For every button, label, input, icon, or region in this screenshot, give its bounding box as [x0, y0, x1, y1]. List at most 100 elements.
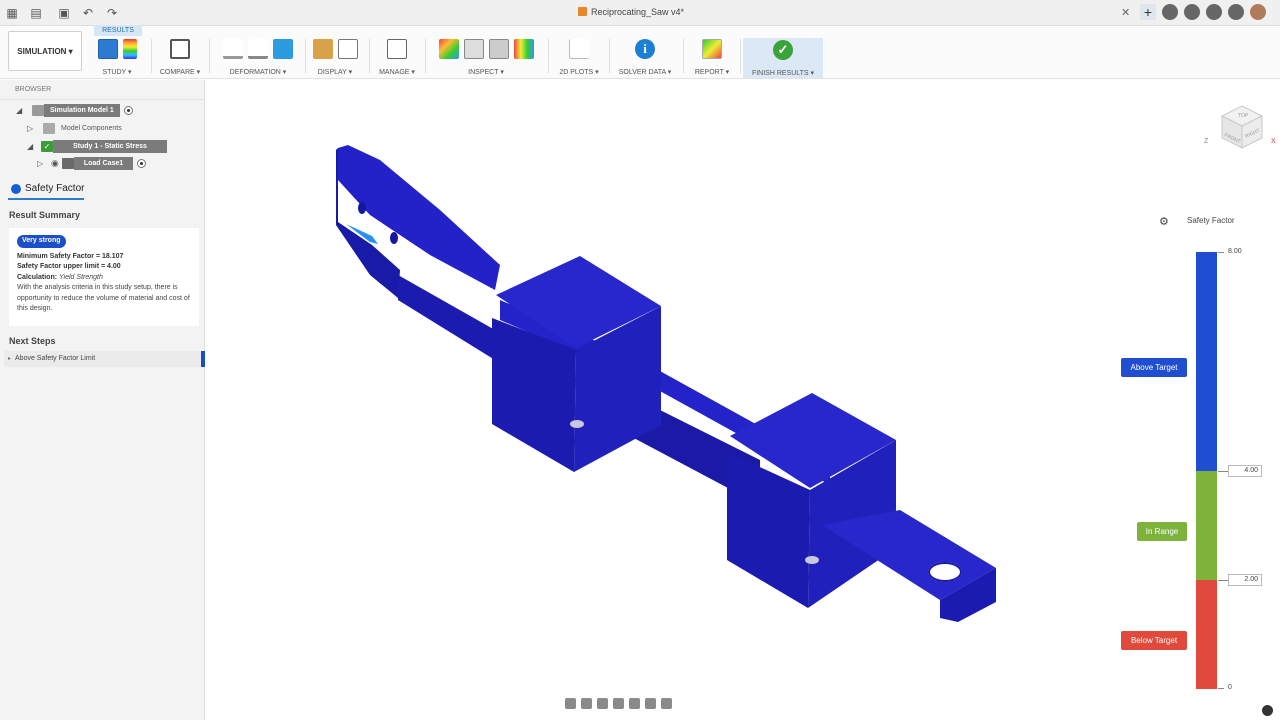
inspect-group[interactable]: INSPECT ▾ [428, 37, 544, 77]
zoom-window-icon[interactable] [629, 698, 640, 709]
workspace-switcher[interactable]: SIMULATION ▾ [8, 31, 82, 71]
safety-factor-limit: Safety Factor upper limit = 4.00 [17, 263, 121, 270]
deformation-group[interactable]: DEFORMATION ▾ [214, 37, 302, 77]
grid-settings-icon[interactable] [661, 698, 672, 709]
tree-item-model-components[interactable]: ▷ Model Components [27, 122, 128, 135]
result-type-header[interactable]: Safety Factor [0, 178, 205, 200]
model-render[interactable] [206, 80, 1280, 720]
gear-icon[interactable]: ⚙ [1159, 215, 1169, 228]
inspect-section-icon[interactable] [488, 39, 509, 59]
model-hole [390, 232, 398, 244]
apps-grid-icon[interactable]: ▦ [4, 5, 20, 21]
tree-label: Simulation Model 1 [44, 104, 120, 117]
finish-check-icon[interactable]: ✓ [773, 40, 793, 60]
manage-group[interactable]: MANAGE ▾ [373, 37, 421, 77]
help-icon[interactable] [1228, 4, 1244, 20]
deformation-label: DEFORMATION ▾ [229, 69, 287, 76]
manage-icon[interactable] [387, 39, 407, 59]
deformation-scale-icon[interactable] [248, 39, 268, 59]
study-group[interactable]: STUDY ▾ [88, 37, 146, 77]
tree-item-load-case[interactable]: ▷ ◉ Load Case1 [37, 157, 147, 170]
orbit-icon[interactable] [565, 698, 576, 709]
tree-item-simulation-model[interactable]: ◢ Simulation Model 1 [16, 104, 133, 117]
inspect-animate-icon[interactable] [513, 39, 534, 59]
expand-triangle-icon[interactable]: ▷ [37, 159, 47, 168]
look-at-icon[interactable] [581, 698, 592, 709]
pan-icon[interactable] [597, 698, 608, 709]
study-settings-icon[interactable] [97, 39, 118, 59]
legend-header: ⚙ Safety Factor [1159, 215, 1235, 228]
canvas-viewport[interactable]: TOP FRONT RIGHT Z X [206, 80, 1280, 720]
extensions-icon[interactable] [1162, 4, 1178, 20]
model-hole [570, 420, 584, 428]
finish-results-label: FINISH RESULTS ▾ [751, 70, 815, 77]
zoom-icon[interactable] [613, 698, 624, 709]
expand-triangle-icon[interactable]: ▸ [8, 356, 11, 362]
report-icon[interactable] [702, 39, 722, 59]
display-shaded-icon[interactable] [312, 39, 333, 59]
finish-results-group[interactable]: ✓ FINISH RESULTS ▾ [743, 38, 823, 78]
compare-group[interactable]: COMPARE ▾ [155, 37, 205, 77]
active-radio-icon[interactable] [137, 159, 147, 168]
legend-below-target-label: Below Target [1121, 631, 1187, 650]
solver-data-label: SOLVER DATA ▾ [618, 69, 672, 76]
save-icon[interactable]: ▣ [56, 5, 72, 21]
next-step-item[interactable]: ▸ Above Safety Factor Limit [4, 351, 205, 367]
close-tab-icon[interactable]: ✕ [1121, 6, 1130, 19]
legend-lower-limit-marker[interactable]: 2.00 [1228, 574, 1262, 586]
status-badge: Very strong [17, 235, 66, 248]
tab-underline [8, 198, 84, 200]
check-icon: ✓ [41, 141, 53, 152]
legend-min-value: 0 [1228, 684, 1232, 691]
new-tab-icon[interactable]: + [1140, 4, 1156, 20]
display-group[interactable]: DISPLAY ▾ [306, 37, 364, 77]
avatar[interactable] [1250, 4, 1266, 20]
legend-upper-limit-marker[interactable]: 4.00 [1228, 465, 1262, 477]
report-group[interactable]: REPORT ▾ [688, 37, 736, 77]
inspect-probe-icon[interactable] [438, 39, 459, 59]
model-hole [805, 556, 819, 564]
redo-icon[interactable]: ↷ [104, 5, 120, 21]
info-icon[interactable]: i [635, 39, 655, 59]
result-type-title: Safety Factor [25, 183, 85, 194]
result-legend-icon[interactable] [122, 39, 137, 59]
plots-group[interactable]: 2D PLOTS ▾ [553, 37, 605, 77]
legend-tick [1218, 252, 1224, 253]
document-tab[interactable]: Reciprocating_Saw v4* [578, 7, 684, 17]
tree-label: Load Case1 [73, 157, 134, 170]
expand-triangle-icon[interactable]: ▷ [27, 124, 37, 133]
active-radio-icon[interactable] [123, 106, 133, 115]
inspect-surface-icon[interactable] [463, 39, 484, 59]
tab-results[interactable]: RESULTS [94, 25, 142, 36]
folder-icon [43, 123, 55, 134]
deformation-active-icon[interactable] [273, 39, 293, 59]
legend-title: Safety Factor [1187, 216, 1235, 225]
file-menu-icon[interactable]: ▤ [28, 5, 44, 21]
legend-tick [1218, 688, 1224, 689]
compare-icon[interactable] [170, 39, 190, 59]
legend-tick [1218, 580, 1228, 581]
display-settings-icon[interactable] [645, 698, 656, 709]
compare-label: COMPARE ▾ [159, 69, 201, 76]
job-status-icon[interactable] [1184, 4, 1200, 20]
undo-icon[interactable]: ↶ [80, 5, 96, 21]
next-steps-title: Next Steps [9, 336, 56, 346]
view-cube[interactable]: TOP FRONT RIGHT Z X [1204, 102, 1276, 154]
tree-item-study[interactable]: ◢ ✓ Study 1 - Static Stress [27, 140, 167, 153]
comments-icon[interactable] [1262, 705, 1273, 716]
tree-label: Study 1 - Static Stress [53, 140, 167, 153]
display-wireframe-icon[interactable] [337, 39, 358, 59]
deformation-none-icon[interactable] [223, 39, 243, 59]
sidebar: BROWSER ◢ Simulation Model 1 ▷ Model Com… [0, 80, 205, 720]
legend-bar-in-range [1196, 471, 1217, 580]
navigation-bar [565, 698, 672, 709]
notifications-icon[interactable] [1206, 4, 1222, 20]
collapse-triangle-icon[interactable]: ◢ [16, 106, 26, 115]
collapse-triangle-icon[interactable]: ◢ [27, 142, 37, 151]
plot-icon[interactable] [569, 39, 589, 59]
solver-data-group[interactable]: i SOLVER DATA ▾ [612, 37, 678, 77]
ribbon-toolbar: SIMULATION ▾ RESULTS STUDY ▾ COMPARE ▾ D… [0, 25, 1280, 79]
report-label: REPORT ▾ [694, 69, 730, 76]
model-hole [358, 202, 366, 214]
visibility-eye-icon[interactable]: ◉ [51, 158, 59, 169]
